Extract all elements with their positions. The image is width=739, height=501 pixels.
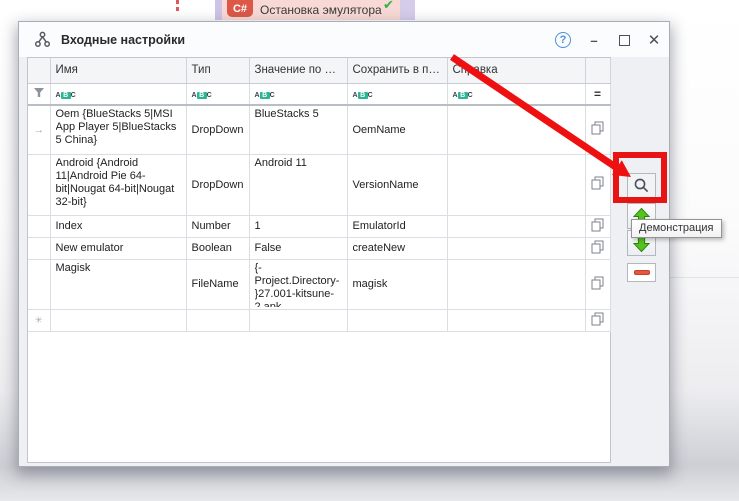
- node-success-check-icon: ✔: [383, 0, 394, 13]
- filter-input-name[interactable]: ABC: [50, 83, 186, 105]
- copy-row-button[interactable]: [585, 105, 610, 154]
- table-row: Magisk FileName {-Project.Directory-}27.…: [28, 259, 610, 309]
- table-row: New emulator Boolean False createNew: [28, 237, 610, 259]
- cell-name[interactable]: Android {Android 11|Android Pie 64-bit|N…: [50, 154, 186, 215]
- dashed-connector-line: [176, 0, 179, 12]
- filter-funnel-icon[interactable]: [28, 83, 50, 105]
- demo-tooltip: Демонстрация: [631, 219, 722, 238]
- minimize-button[interactable]: –: [583, 30, 605, 50]
- minimize-icon: –: [590, 33, 597, 48]
- dialog-title: Входные настройки: [61, 33, 185, 47]
- connector-strip-left: [215, 0, 222, 20]
- remove-row-button[interactable]: [627, 263, 656, 282]
- csharp-badge: C#: [227, 0, 253, 17]
- cell-name[interactable]: Oem {BlueStacks 5|MSI App Player 5|BlueS…: [50, 105, 186, 154]
- cell-type[interactable]: Boolean: [186, 237, 249, 259]
- cell-name[interactable]: New emulator: [50, 237, 186, 259]
- cell-help[interactable]: [447, 154, 585, 215]
- cell-default[interactable]: False: [249, 237, 347, 259]
- header-type[interactable]: Тип: [186, 58, 249, 83]
- header-default[interactable]: Значение по ум...: [249, 58, 347, 83]
- cell-type[interactable]: [186, 309, 249, 331]
- cell-help[interactable]: [447, 259, 585, 309]
- cell-variable[interactable]: EmulatorId: [347, 215, 447, 237]
- copy-icon: [591, 240, 604, 254]
- cell-type[interactable]: DropDown: [186, 154, 249, 215]
- cell-variable[interactable]: [347, 309, 447, 331]
- close-icon: ✕: [648, 31, 661, 49]
- copy-row-button[interactable]: [585, 259, 610, 309]
- cell-type[interactable]: DropDown: [186, 105, 249, 154]
- cell-default[interactable]: 1: [249, 215, 347, 237]
- header-buttons: [585, 58, 610, 83]
- cell-type[interactable]: FileName: [186, 259, 249, 309]
- copy-row-button[interactable]: [585, 237, 610, 259]
- header-name[interactable]: Имя: [50, 58, 186, 83]
- cell-default[interactable]: BlueStacks 5: [249, 105, 347, 154]
- node-label: Остановка эмулятора: [260, 3, 382, 17]
- close-button[interactable]: ✕: [643, 30, 665, 50]
- new-row[interactable]: ✳: [28, 309, 610, 331]
- filter-input-help[interactable]: ABC: [447, 83, 585, 105]
- copy-row-button[interactable]: [585, 154, 610, 215]
- cell-default[interactable]: {-Project.Directory-}27.001-kitsune-2.ap…: [249, 259, 347, 309]
- current-row-marker: →: [28, 105, 50, 154]
- parameters-grid: Имя Тип Значение по ум... Сохранить в пе…: [27, 57, 611, 463]
- connector-strip-right: [400, 0, 415, 20]
- maximize-icon: [619, 35, 630, 46]
- table-row: Index Number 1 EmulatorId: [28, 215, 610, 237]
- input-settings-dialog: Входные настройки ? – ✕ Имя Тип Значение…: [18, 21, 670, 467]
- cell-help[interactable]: [447, 105, 585, 154]
- grid-header-row: Имя Тип Значение по ум... Сохранить в пе…: [28, 58, 610, 83]
- cell-name[interactable]: Index: [50, 215, 186, 237]
- header-variable[interactable]: Сохранить в пер...: [347, 58, 447, 83]
- filter-input-type[interactable]: ABC: [186, 83, 249, 105]
- help-button[interactable]: ?: [552, 30, 574, 50]
- header-help[interactable]: Справка: [447, 58, 585, 83]
- cell-help[interactable]: [447, 215, 585, 237]
- header-indicator: [28, 58, 50, 83]
- cell-variable[interactable]: magisk: [347, 259, 447, 309]
- copy-icon: [591, 276, 604, 290]
- cell-variable[interactable]: createNew: [347, 237, 447, 259]
- cell-help[interactable]: [447, 237, 585, 259]
- filter-equals-icon[interactable]: =: [585, 83, 610, 105]
- cell-name[interactable]: Magisk: [50, 259, 186, 309]
- workflow-branch-icon: [34, 31, 51, 48]
- help-icon: ?: [555, 32, 571, 48]
- grid-filter-row: ABC ABC ABC ABC ABC =: [28, 83, 610, 105]
- annotation-highlight-rectangle: [613, 152, 667, 203]
- copy-icon: [591, 121, 604, 135]
- copy-icon: [591, 218, 604, 232]
- table-row: Android {Android 11|Android Pie 64-bit|N…: [28, 154, 610, 215]
- maximize-button[interactable]: [613, 30, 635, 50]
- cell-variable[interactable]: OemName: [347, 105, 447, 154]
- filter-input-variable[interactable]: ABC: [347, 83, 447, 105]
- cell-default[interactable]: Android 11: [249, 154, 347, 215]
- table-row: → Oem {BlueStacks 5|MSI App Player 5|Blu…: [28, 105, 610, 154]
- new-row-marker: ✳: [28, 309, 50, 331]
- cell-default[interactable]: [249, 309, 347, 331]
- minus-icon: [634, 270, 650, 275]
- copy-icon: [591, 312, 604, 326]
- background-grid-line: [670, 277, 739, 278]
- copy-row-button[interactable]: [585, 309, 610, 331]
- copy-row-button[interactable]: [585, 215, 610, 237]
- cell-variable[interactable]: VersionName: [347, 154, 447, 215]
- stop-emulator-node[interactable]: C# Остановка эмулятора: [222, 0, 400, 20]
- cell-type[interactable]: Number: [186, 215, 249, 237]
- filter-input-default[interactable]: ABC: [249, 83, 347, 105]
- cell-name[interactable]: [50, 309, 186, 331]
- copy-icon: [591, 176, 604, 190]
- cell-help[interactable]: [447, 309, 585, 331]
